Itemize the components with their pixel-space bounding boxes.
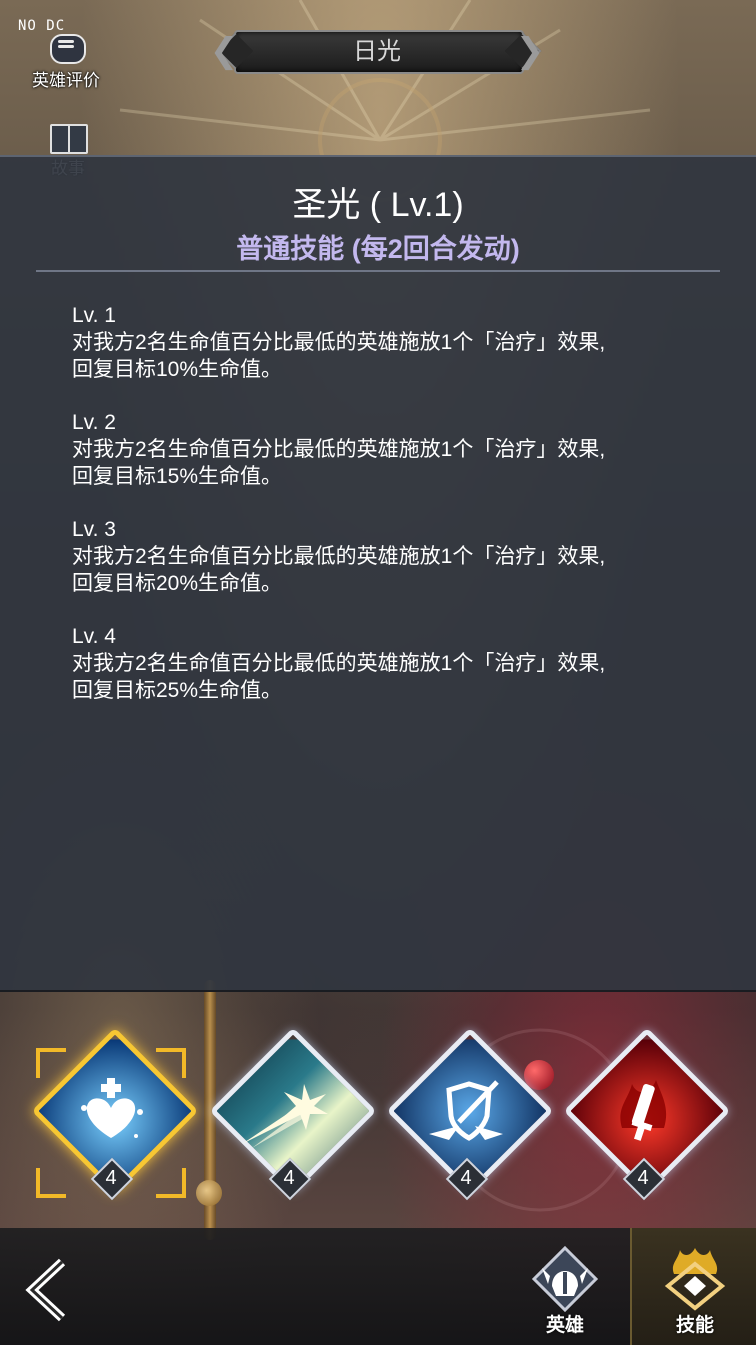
skill-level-entry: Lv. 4 对我方2名生命值百分比最低的英雄施放1个「治疗」效果, 回复目标25… bbox=[72, 623, 712, 704]
skill-slot-3[interactable]: 4 bbox=[386, 1027, 554, 1204]
bottom-nav-bar: 英雄 技能 bbox=[0, 1228, 756, 1345]
tab-skill[interactable]: 技能 bbox=[630, 1228, 756, 1345]
level-label: Lv. 3 bbox=[72, 518, 116, 541]
skill-detail-panel: 圣光 ( Lv.1) 普通技能 (每2回合发动) Lv. 1 对我方2名生命值百… bbox=[0, 155, 756, 992]
skill-level-badge: 4 bbox=[90, 1157, 134, 1201]
chat-bubble-icon bbox=[46, 32, 86, 66]
level-description: 回复目标15%生命值。 bbox=[72, 465, 283, 488]
book-icon bbox=[48, 120, 88, 154]
skill-level-list: Lv. 1 对我方2名生命值百分比最低的英雄施放1个「治疗」效果, 回复目标10… bbox=[72, 302, 712, 730]
level-description: 回复目标20%生命值。 bbox=[72, 572, 283, 595]
skill-level-entry: Lv. 3 对我方2名生命值百分比最低的英雄施放1个「治疗」效果, 回复目标20… bbox=[72, 516, 712, 597]
prev-hero-arrow-icon[interactable]: ❮ bbox=[210, 30, 239, 72]
heart-heal-icon bbox=[81, 1078, 143, 1138]
skill-type: 普通技能 (每2回合发动) bbox=[236, 234, 520, 264]
skill-level-badge: 4 bbox=[622, 1157, 666, 1201]
hero-rating-button[interactable]: 英雄评价 bbox=[24, 32, 108, 91]
back-arrow-icon bbox=[25, 1258, 66, 1322]
level-description: 回复目标10%生命值。 bbox=[72, 358, 283, 381]
hero-name-title: 日光 bbox=[353, 37, 401, 65]
skill-book-icon bbox=[664, 1248, 726, 1311]
level-label: Lv. 4 bbox=[72, 625, 116, 648]
skill-slot-2[interactable]: 4 bbox=[209, 1027, 377, 1204]
skill-name: 圣光 ( Lv.1) bbox=[292, 186, 464, 224]
level-description: 对我方2名生命值百分比最低的英雄施放1个「治疗」效果, bbox=[72, 652, 606, 675]
divider bbox=[36, 270, 720, 272]
tab-skill-label: 技能 bbox=[675, 1314, 714, 1336]
flame-sword-icon bbox=[620, 1080, 667, 1141]
level-label: Lv. 2 bbox=[72, 411, 116, 434]
back-button[interactable] bbox=[22, 1258, 72, 1322]
hero-rating-label: 英雄评价 bbox=[32, 71, 100, 91]
skill-level-badge: 4 bbox=[445, 1157, 489, 1201]
skill-level-entry: Lv. 2 对我方2名生命值百分比最低的英雄施放1个「治疗」效果, 回复目标15… bbox=[72, 409, 712, 490]
skill-icon-row: 4 4 4 4 bbox=[0, 1027, 756, 1210]
hero-name-banner: 日光 ❮ ❯ bbox=[210, 26, 545, 76]
level-description: 对我方2名生命值百分比最低的英雄施放1个「治疗」效果, bbox=[72, 331, 606, 354]
skill-level-entry: Lv. 1 对我方2名生命值百分比最低的英雄施放1个「治疗」效果, 回复目标10… bbox=[72, 302, 712, 383]
tab-hero-label: 英雄 bbox=[545, 1314, 584, 1336]
level-description: 对我方2名生命值百分比最低的英雄施放1个「治疗」效果, bbox=[72, 438, 606, 461]
level-label: Lv. 1 bbox=[72, 304, 116, 327]
tab-hero[interactable]: 英雄 bbox=[502, 1228, 628, 1345]
light-burst-icon bbox=[242, 1084, 328, 1148]
skill-slot-4[interactable]: 4 bbox=[563, 1027, 731, 1204]
level-description: 回复目标25%生命值。 bbox=[72, 679, 283, 702]
skill-level-badge: 4 bbox=[268, 1157, 312, 1201]
skill-slot-1[interactable]: 4 bbox=[31, 1027, 199, 1204]
shield-sword-icon bbox=[429, 1080, 503, 1141]
next-hero-arrow-icon[interactable]: ❯ bbox=[516, 30, 545, 72]
helmet-icon bbox=[531, 1246, 599, 1312]
level-description: 对我方2名生命值百分比最低的英雄施放1个「治疗」效果, bbox=[72, 545, 606, 568]
